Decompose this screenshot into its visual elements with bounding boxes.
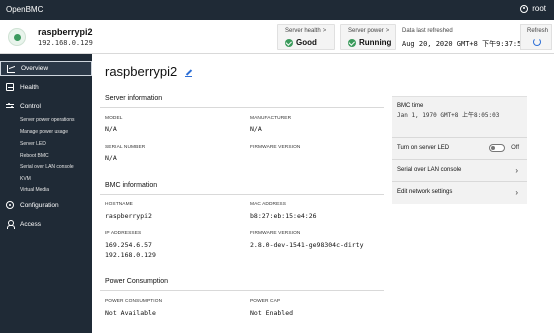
user-icon [520,4,529,13]
main-content: raspberrypi2 Server information MODEL N/… [92,54,554,333]
user-menu[interactable]: root [520,4,546,13]
user-name: root [532,4,546,13]
bmc-firmware-label: FIRMWARE VERSION [250,231,301,236]
sidebar-item-label: Control [20,102,41,110]
server-power-label: Server power > [348,28,390,34]
header-ip: 192.168.0.129 [38,39,93,47]
model-label: MODEL [105,116,123,121]
chevron-right-icon: › [515,188,518,197]
sidebar-subitem-serial-over-lan[interactable]: Serial over LAN console [20,164,74,170]
sidebar-item-configuration[interactable]: Configuration [0,198,92,212]
gear-icon [6,201,14,209]
refresh-icon [533,38,541,46]
bmc-time-label: BMC time [397,103,424,109]
sidebar-subitem-virtual-media[interactable]: Virtual Media [20,187,49,193]
server-led-row: Turn on server LED Off [392,137,527,159]
power-consumption-label: POWER CONSUMPTION [105,299,163,304]
chevron-right-icon: > [322,28,327,34]
refresh-button[interactable]: Refresh [520,24,552,50]
serial-over-lan-label: Serial over LAN console [397,167,462,173]
power-title: Power Consumption [105,278,169,285]
person-icon [6,220,15,229]
top-bar: OpenBMC root [0,0,554,20]
server-health-value: Good [285,38,317,47]
sidebar-item-access[interactable]: Access [0,217,92,231]
chevron-right-icon: › [515,166,518,175]
power-cap-label: POWER CAP [250,299,281,304]
server-power-value: Running [348,38,391,47]
page-title: raspberrypi2 [105,64,178,79]
check-icon [348,38,356,47]
chart-icon [7,64,15,73]
divider [100,107,384,108]
sidebar-item-label: Configuration [20,201,59,209]
edit-network-settings-label: Edit network settings [397,189,453,195]
sidebar-item-label: Health [20,83,39,91]
sidebar-item-label: Access [20,220,41,228]
app-brand: OpenBMC [6,5,44,14]
server-power-button[interactable]: Server power > Running [340,24,396,50]
divider [100,194,384,195]
serial-over-lan-link[interactable]: Serial over LAN console › [392,159,527,181]
server-led-label: Turn on server LED [397,145,450,151]
hostname-label: HOSTNAME [105,202,133,207]
server-led-toggle[interactable] [489,144,505,152]
bmc-info-title: BMC information [105,182,158,189]
header-hostname: raspberrypi2 [38,27,93,37]
sidebar-item-control[interactable]: Control [0,99,92,113]
overview-content: Server information MODEL N/A MANUFACTURE… [100,89,384,333]
sidebar-subitem-server-led[interactable]: Server LED [20,141,46,147]
quick-links-panel: BMC time Jan 1, 1970 GMT+8 上午8:05:03 Tur… [392,96,527,204]
sidebar-item-label: Overview [21,65,49,72]
hostname-value: raspberrypi2 [105,212,152,220]
health-icon [6,83,14,91]
chevron-right-icon: > [385,28,390,34]
sidebar-subitem-manage-power-usage[interactable]: Manage power usage [20,129,68,135]
manufacturer-label: MANUFACTURER [250,116,292,121]
ip-addresses-label: IP ADDRESSES [105,231,142,236]
openbmc-logo-icon [8,28,26,46]
serial-value: N/A [105,154,117,162]
mac-value: b8:27:eb:15:e4:26 [250,212,317,220]
sidebar-subitem-server-power-operations[interactable]: Server power operations [20,117,74,123]
model-value: N/A [105,125,117,133]
check-icon [285,38,293,47]
serial-label: SERIAL NUMBER [105,145,146,150]
bmc-time-value: Jan 1, 1970 GMT+8 上午8:05:03 [397,112,500,119]
sidebar-subitem-kvm[interactable]: KVM [20,176,31,182]
firmware-label: FIRMWARE VERSION [250,145,301,150]
ip-address-1: 169.254.6.57 [105,241,152,249]
sidebar-subitem-reboot-bmc[interactable]: Reboot BMC [20,153,49,159]
sidebar-item-overview[interactable]: Overview [0,61,92,76]
manufacturer-value: N/A [250,125,262,133]
server-health-label: Server health > [285,28,327,34]
sliders-icon [6,102,14,110]
ip-address-2: 192.168.0.129 [105,251,156,259]
mac-label: MAC ADDRESS [250,202,287,207]
server-health-button[interactable]: Server health > Good [277,24,335,50]
power-consumption-value: Not Available [105,309,156,317]
edit-icon[interactable] [185,69,193,77]
refreshed-label: Data last refreshed [402,28,453,34]
bmc-firmware-value: 2.8.0-dev-1541-ge98304c-dirty [250,241,364,249]
power-cap-value: Not Enabled [250,309,294,317]
refresh-label: Refresh [527,28,549,34]
server-info-title: Server information [105,95,163,102]
edit-network-settings-link[interactable]: Edit network settings › [392,181,527,203]
refreshed-value: Aug 20, 2020 GMT+8 下午9:37:52 [402,40,526,48]
sidebar: Overview Health Control Server power ope… [0,54,92,333]
server-led-state: Off [511,145,519,151]
divider [100,290,384,291]
sidebar-item-health[interactable]: Health [0,80,92,94]
